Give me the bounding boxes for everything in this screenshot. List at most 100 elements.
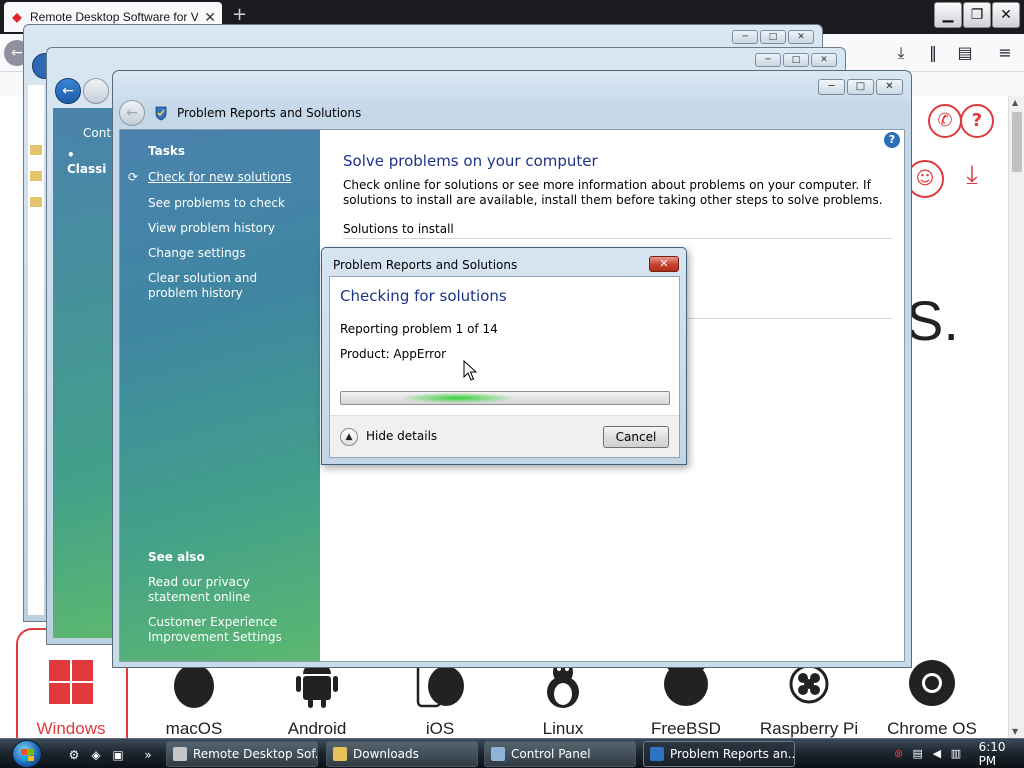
platform-chrome-os[interactable]: Chrome OS (877, 656, 987, 739)
taskbar: ⚙ ◈ ▣ » Remote Desktop Sof... Downloads … (0, 738, 1024, 768)
clock[interactable]: 6:10 PM (979, 740, 1024, 768)
task-check-for-new-solutions[interactable]: Check for new solutions (148, 170, 308, 185)
show-desktop-icon[interactable]: ▣ (110, 747, 126, 763)
platform-label: macOS (165, 719, 223, 738)
volume-icon[interactable]: ◀ (930, 747, 943, 761)
window-title: Problem Reports and Solutions (177, 106, 362, 120)
product-label: Product: AppError (340, 347, 447, 361)
sidebar-icon[interactable]: ▤ (954, 42, 976, 64)
taskbar-item-remote-desktop[interactable]: Remote Desktop Sof... (166, 741, 318, 767)
dialog-footer: ▲ Hide details Cancel (330, 415, 679, 457)
platform-label: Chrome OS (887, 719, 977, 738)
hide-details-toggle[interactable]: Hide details (366, 429, 437, 443)
platform-label: iOS (425, 719, 455, 738)
progress-bar (340, 391, 670, 405)
chevron-up-icon[interactable]: ▲ (340, 428, 358, 446)
back-icon[interactable]: ← (119, 100, 145, 126)
folder-icon (30, 145, 42, 155)
reporting-status: Reporting problem 1 of 14 (340, 322, 498, 336)
link-customer-experience[interactable]: Customer Experience Improvement Settings (148, 615, 298, 645)
quicklaunch-more-icon[interactable]: » (140, 747, 156, 763)
library-icon[interactable]: ‖ (922, 42, 944, 64)
checking-solutions-dialog[interactable]: Problem Reports and Solutions ✕ Checking… (321, 247, 687, 465)
minimize-button[interactable]: ─ (818, 79, 845, 95)
windows-logo-icon (49, 660, 93, 704)
close-button[interactable]: ✕ (876, 79, 903, 95)
close-tab-icon[interactable]: ✕ (204, 9, 216, 26)
taskbar-item-downloads[interactable]: Downloads (326, 741, 478, 767)
platform-freebsd[interactable]: FreeBSD (631, 656, 741, 739)
browser-close-button[interactable]: ✕ (992, 2, 1020, 28)
hero-text-fragment: S. (906, 289, 959, 352)
platform-ios[interactable]: iOS (385, 656, 495, 739)
task-see-problems-to-check[interactable]: See problems to check (148, 196, 308, 211)
platform-android[interactable]: Android (262, 656, 372, 739)
start-button[interactable] (12, 740, 42, 768)
network-icon[interactable]: ▤ (911, 747, 924, 761)
window-controls: ─ □ ✕ (818, 79, 903, 95)
platform-label: Raspberry Pi (759, 719, 859, 738)
page-description: Check online for solutions or see more i… (343, 178, 883, 207)
divider (343, 238, 892, 239)
maximize-button[interactable]: □ (847, 79, 874, 95)
task-pane: Tasks ⟳ Check for new solutions See prob… (120, 130, 320, 661)
help-circle-icon[interactable]: ? (960, 104, 994, 138)
platform-label: Windows (36, 719, 106, 738)
refresh-icon: ⟳ (128, 170, 139, 184)
download-site-icon[interactable]: ⤓ (952, 160, 992, 196)
platform-label: Linux (542, 719, 584, 738)
taskbar-item-label: Problem Reports an... (670, 747, 795, 761)
taskbar-item-label: Remote Desktop Sof... (193, 747, 318, 761)
platform-label: Android (287, 719, 347, 738)
browser-minimize-button[interactable]: ▁ (934, 2, 962, 28)
forward-icon[interactable] (83, 78, 109, 104)
remote-session-icon[interactable]: ▥ (949, 747, 962, 761)
task-change-settings[interactable]: Change settings (148, 246, 308, 261)
platform-windows[interactable]: Windows (16, 656, 126, 739)
close-icon[interactable]: ✕ (788, 30, 814, 44)
back-icon[interactable]: ← (55, 78, 81, 104)
new-tab-button[interactable]: + (232, 4, 247, 25)
scroll-down-icon[interactable]: ▼ (1012, 727, 1018, 736)
folder-icon (333, 747, 347, 761)
problem-reports-icon (155, 106, 167, 121)
control-panel-icon (491, 747, 505, 761)
menu-icon[interactable]: ≡ (994, 42, 1016, 64)
minimize-icon[interactable]: ─ (755, 53, 781, 67)
security-icon[interactable]: ◈ (88, 747, 104, 763)
scroll-thumb[interactable] (1012, 112, 1022, 172)
dialog-heading: Checking for solutions (340, 287, 507, 305)
nav-item-classic-view[interactable]: • Classi (67, 148, 113, 176)
maximize-icon[interactable]: □ (760, 30, 786, 44)
scroll-up-icon[interactable]: ▲ (1012, 98, 1018, 107)
link-privacy-statement[interactable]: Read our privacy statement online (148, 575, 298, 605)
taskbar-item-control-panel[interactable]: Control Panel (484, 741, 636, 767)
system-tray: ⊗ ▤ ◀ ▥ 6:10 PM (884, 740, 1024, 768)
platform-macos[interactable]: macOS (139, 655, 249, 739)
see-also-heading: See also (148, 550, 205, 564)
mouse-cursor-icon (463, 360, 477, 381)
maximize-icon[interactable]: □ (783, 53, 809, 67)
folder-icon (30, 171, 42, 181)
dialog-close-button[interactable]: ✕ (649, 256, 679, 272)
close-icon[interactable]: ✕ (811, 53, 837, 67)
browser-tab-title: Remote Desktop Software for V (30, 10, 199, 24)
remote-assist-icon[interactable]: ⚙ (66, 747, 82, 763)
platform-raspberry-pi[interactable]: Raspberry Pi (754, 656, 864, 739)
minimize-icon[interactable]: ─ (732, 30, 758, 44)
platform-linux[interactable]: Linux (508, 656, 618, 739)
taskbar-item-problem-reports[interactable]: Problem Reports an... (643, 741, 795, 767)
taskbar-item-label: Control Panel (511, 747, 591, 761)
help-icon[interactable]: ? (884, 132, 900, 148)
security-alert-icon[interactable]: ⊗ (892, 747, 905, 761)
task-clear-history[interactable]: Clear solution and problem history (148, 271, 298, 301)
phone-icon[interactable]: ✆ (928, 104, 962, 138)
browser-restore-button[interactable]: ❐ (963, 2, 991, 28)
anydesk-favicon-icon: ◆ (12, 10, 22, 24)
download-icon[interactable]: ⤓ (890, 42, 912, 64)
cancel-button[interactable]: Cancel (603, 426, 669, 448)
task-view-problem-history[interactable]: View problem history (148, 221, 308, 236)
tasks-heading: Tasks (148, 144, 186, 158)
page-scrollbar[interactable]: ▲ ▼ (1008, 96, 1024, 738)
solutions-heading: Solutions to install (343, 222, 454, 236)
